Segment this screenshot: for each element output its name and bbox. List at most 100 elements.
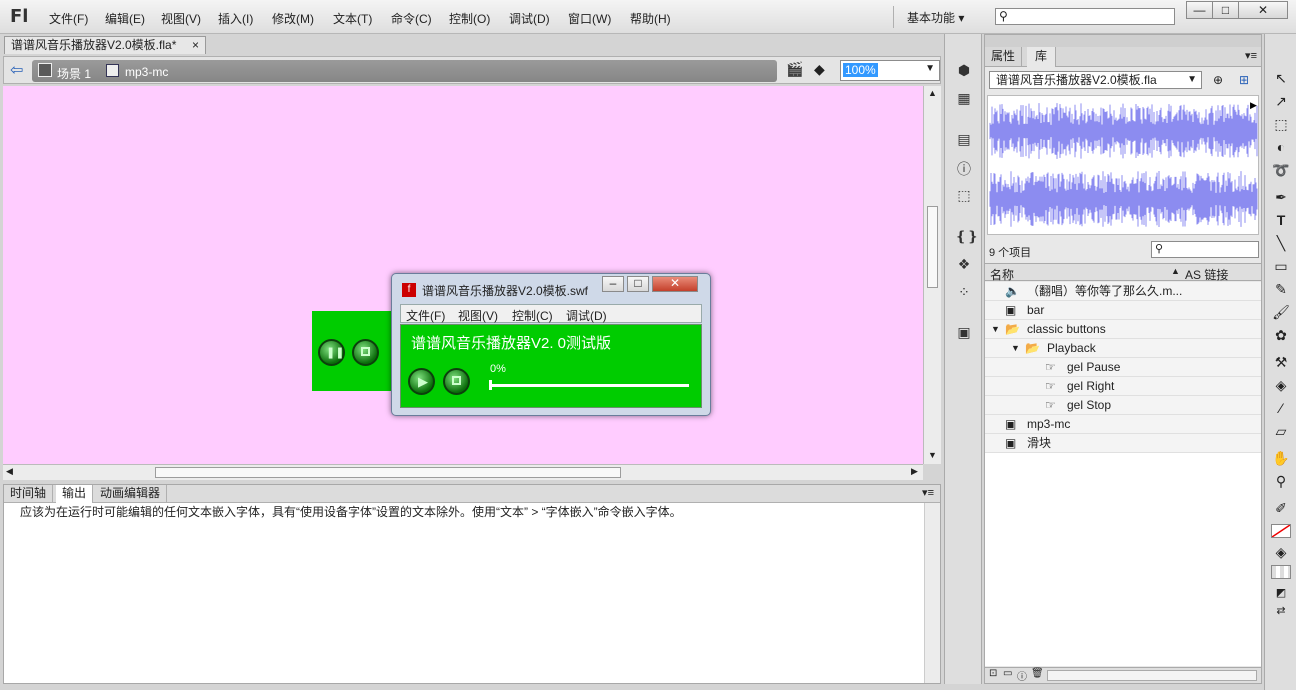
eyedropper-tool-icon[interactable]: ⁄ bbox=[1272, 400, 1290, 418]
swap-colors-icon[interactable]: ⇄ bbox=[1272, 604, 1290, 622]
progress-slider-knob[interactable] bbox=[489, 380, 492, 390]
stop-button[interactable] bbox=[352, 339, 379, 366]
list-item[interactable]: 🔈 （翻唱）等你等了那么久.m... bbox=[985, 282, 1261, 301]
menu-view[interactable]: 视图(V) bbox=[161, 10, 201, 27]
swf-menu-debug[interactable]: 调试(D) bbox=[566, 307, 607, 324]
new-symbol-icon[interactable]: ⊡ bbox=[989, 668, 997, 679]
menu-text[interactable]: 文本(T) bbox=[333, 10, 372, 27]
zoom-tool-icon[interactable]: ⚲ bbox=[1272, 473, 1290, 491]
tab-library[interactable]: 库 bbox=[1027, 47, 1057, 67]
lasso-tool-icon[interactable]: ➰ bbox=[1272, 162, 1290, 180]
pen-tool-icon[interactable]: ✒ bbox=[1272, 189, 1290, 207]
panel-menu-icon[interactable]: ▾≡ bbox=[922, 486, 934, 499]
list-item[interactable]: ☞ gel Stop bbox=[985, 396, 1261, 415]
delete-icon[interactable]: 🗑 bbox=[1031, 668, 1044, 679]
motion-presets-icon[interactable]: ⁘ bbox=[955, 284, 973, 300]
pause-button[interactable]: ❚❚ bbox=[318, 339, 345, 366]
scroll-thumb[interactable] bbox=[155, 467, 621, 478]
stage-horizontal-scrollbar[interactable]: ◀ ▶ bbox=[3, 464, 923, 480]
column-name[interactable]: 名称 bbox=[990, 266, 1014, 283]
menu-insert[interactable]: 插入(I) bbox=[218, 10, 253, 27]
swf-close-button[interactable]: ✕ bbox=[652, 276, 698, 292]
column-linkage[interactable]: AS 链接 bbox=[1185, 266, 1228, 283]
stage-vertical-scrollbar[interactable]: ▲ ▼ bbox=[923, 86, 941, 464]
list-item[interactable]: ▼ 📂 classic buttons bbox=[985, 320, 1261, 339]
workspace-switcher[interactable]: 基本功能 ▾ bbox=[907, 9, 964, 26]
tab-output[interactable]: 输出 bbox=[56, 485, 94, 503]
list-item[interactable]: ▼ 📂 Playback bbox=[985, 339, 1261, 358]
scroll-right-icon[interactable]: ▶ bbox=[911, 466, 918, 477]
properties-icon[interactable]: ⓘ bbox=[1017, 668, 1027, 683]
mp3-mc-instance[interactable]: ❚❚ bbox=[312, 311, 402, 391]
list-item[interactable]: ☞ gel Right bbox=[985, 377, 1261, 396]
transform-icon[interactable]: ⬚ bbox=[955, 187, 973, 203]
swf-test-window[interactable]: f 谱谱风音乐播放器V2.0模板.swf – □ ✕ 文件(F) 视图(V) 控… bbox=[391, 273, 711, 416]
document-tab[interactable]: 谱谱风音乐播放器V2.0模板.fla* × bbox=[4, 36, 206, 54]
close-tab-icon[interactable]: × bbox=[192, 37, 199, 54]
color-icon[interactable]: ⬢ bbox=[955, 62, 973, 78]
line-tool-icon[interactable]: ╲ bbox=[1272, 235, 1290, 253]
stroke-color-icon[interactable]: ✐ bbox=[1272, 500, 1290, 518]
pin-icon[interactable]: ⊕ bbox=[1213, 73, 1223, 87]
expand-arrow-icon[interactable]: ▼ bbox=[991, 320, 1000, 338]
edit-scene-icon[interactable]: 🎬 bbox=[786, 61, 803, 78]
panel-menu-icon[interactable]: ▾≡ bbox=[1245, 49, 1257, 62]
free-transform-tool-icon[interactable]: ⬚ bbox=[1272, 116, 1290, 134]
components-icon[interactable]: ❖ bbox=[955, 256, 973, 272]
3d-rotation-tool-icon[interactable]: ◐ bbox=[1272, 139, 1290, 157]
paint-bucket-tool-icon[interactable]: ◈ bbox=[1272, 377, 1290, 395]
info-icon[interactable]: ⓘ bbox=[955, 159, 973, 177]
menu-commands[interactable]: 命令(C) bbox=[391, 10, 432, 27]
code-snippets-icon[interactable]: ❴❵ bbox=[955, 228, 978, 244]
swf-menu-file[interactable]: 文件(F) bbox=[406, 307, 445, 324]
menu-window[interactable]: 窗口(W) bbox=[568, 10, 611, 27]
maximize-button[interactable]: □ bbox=[1212, 1, 1239, 19]
list-item[interactable]: ▣ 滑块 bbox=[985, 434, 1261, 453]
hand-tool-icon[interactable]: ✋ bbox=[1272, 450, 1290, 468]
deco-tool-icon[interactable]: ✿ bbox=[1272, 327, 1290, 345]
scroll-down-icon[interactable]: ▼ bbox=[928, 450, 937, 460]
pencil-tool-icon[interactable]: ✎ bbox=[1272, 281, 1290, 299]
align-icon[interactable]: ▤ bbox=[955, 131, 973, 147]
tab-timeline[interactable]: 时间轴 bbox=[4, 485, 54, 503]
selection-tool-icon[interactable]: ↖ bbox=[1272, 70, 1290, 88]
text-tool-icon[interactable]: T bbox=[1272, 212, 1290, 230]
progress-track[interactable] bbox=[489, 384, 689, 387]
swf-menu-control[interactable]: 控制(C) bbox=[512, 307, 553, 324]
menu-help[interactable]: 帮助(H) bbox=[630, 10, 671, 27]
brush-tool-icon[interactable]: 🖌 bbox=[1272, 304, 1290, 322]
expand-arrow-icon[interactable]: ▼ bbox=[1011, 339, 1020, 357]
library-search-input[interactable]: ⚲ bbox=[1151, 241, 1259, 258]
edit-symbols-icon[interactable]: ◆ bbox=[814, 61, 825, 78]
library-horizontal-scrollbar[interactable] bbox=[1047, 670, 1257, 681]
list-item[interactable]: ▣ mp3-mc bbox=[985, 415, 1261, 434]
tab-motion-editor[interactable]: 动画编辑器 bbox=[94, 485, 168, 503]
menu-modify[interactable]: 修改(M) bbox=[272, 10, 314, 27]
menu-edit[interactable]: 编辑(E) bbox=[105, 10, 145, 27]
black-white-icon[interactable]: ◩ bbox=[1272, 586, 1290, 604]
stop-button[interactable] bbox=[443, 368, 470, 395]
subselection-tool-icon[interactable]: ↗ bbox=[1272, 93, 1290, 111]
swatches-icon[interactable]: ▦ bbox=[955, 90, 973, 106]
swf-maximize-button[interactable]: □ bbox=[627, 276, 649, 292]
eraser-tool-icon[interactable]: ▱ bbox=[1272, 423, 1290, 441]
play-button[interactable]: ▶ bbox=[408, 368, 435, 395]
list-item[interactable]: ▣ bar bbox=[985, 301, 1261, 320]
breadcrumb-scene[interactable]: 场景 1 bbox=[57, 65, 91, 82]
menu-control[interactable]: 控制(O) bbox=[449, 10, 490, 27]
fill-color-icon[interactable]: ◈ bbox=[1272, 544, 1290, 562]
stroke-color-swatch[interactable] bbox=[1271, 524, 1291, 538]
library-document-select[interactable]: 谱谱风音乐播放器V2.0模板.fla ▼ bbox=[989, 71, 1202, 89]
rectangle-tool-icon[interactable]: ▭ bbox=[1272, 258, 1290, 276]
scroll-left-icon[interactable]: ◀ bbox=[6, 466, 13, 477]
zoom-select[interactable]: 100% ▼ bbox=[840, 60, 940, 81]
tab-properties[interactable]: 属性 bbox=[985, 47, 1023, 67]
back-arrow-icon[interactable]: ⇦ bbox=[10, 60, 23, 80]
swf-menu-view[interactable]: 视图(V) bbox=[458, 307, 498, 324]
scroll-thumb[interactable] bbox=[927, 206, 938, 288]
close-button[interactable]: ✕ bbox=[1238, 1, 1288, 19]
swf-minimize-button[interactable]: – bbox=[602, 276, 624, 292]
list-item[interactable]: ☞ gel Pause bbox=[985, 358, 1261, 377]
scene-panel-icon[interactable]: ▣ bbox=[955, 324, 973, 340]
minimize-button[interactable]: — bbox=[1186, 1, 1213, 19]
